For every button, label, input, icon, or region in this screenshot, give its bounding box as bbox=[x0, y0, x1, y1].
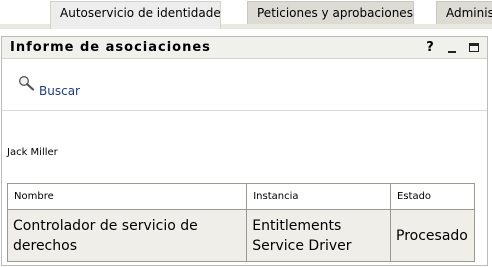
cell-instancia: Entitlements Service Driver bbox=[246, 209, 391, 262]
table-row[interactable]: Controlador de servicio de derechos Enti… bbox=[6, 209, 475, 262]
maximize-icon bbox=[469, 43, 479, 52]
associations-report-panel: Informe de asociaciones ? Buscar Jack Mi… bbox=[1, 36, 488, 266]
divider bbox=[2, 110, 487, 111]
minimize-icon bbox=[448, 51, 456, 53]
magnifier-icon bbox=[19, 76, 35, 91]
column-header-instancia[interactable]: Instancia bbox=[246, 183, 391, 210]
tab-administracion[interactable]: Administ bbox=[436, 1, 492, 24]
tab-bar: Autoservicio de identidades Peticiones y… bbox=[0, 0, 492, 29]
cell-nombre: Controlador de servicio de derechos bbox=[6, 209, 248, 262]
minimize-button[interactable] bbox=[445, 40, 459, 56]
table-header-row: Nombre Instancia Estado bbox=[6, 183, 475, 210]
search-label[interactable]: Buscar bbox=[39, 84, 80, 98]
cell-estado: Procesado bbox=[390, 209, 475, 262]
panel-header: Informe de asociaciones ? bbox=[2, 37, 487, 59]
maximize-button[interactable] bbox=[467, 40, 481, 56]
associations-table: Nombre Instancia Estado Controlador de s… bbox=[6, 183, 475, 262]
tab-autoservicio-de-identidades[interactable]: Autoservicio de identidades bbox=[50, 1, 221, 29]
column-header-estado[interactable]: Estado bbox=[390, 183, 475, 210]
column-header-nombre[interactable]: Nombre bbox=[6, 183, 248, 210]
user-name: Jack Miller bbox=[7, 147, 58, 158]
help-button[interactable]: ? bbox=[423, 40, 437, 56]
panel-title: Informe de asociaciones bbox=[10, 40, 211, 55]
tab-peticiones-y-aprobaciones[interactable]: Peticiones y aprobaciones bbox=[247, 1, 414, 24]
